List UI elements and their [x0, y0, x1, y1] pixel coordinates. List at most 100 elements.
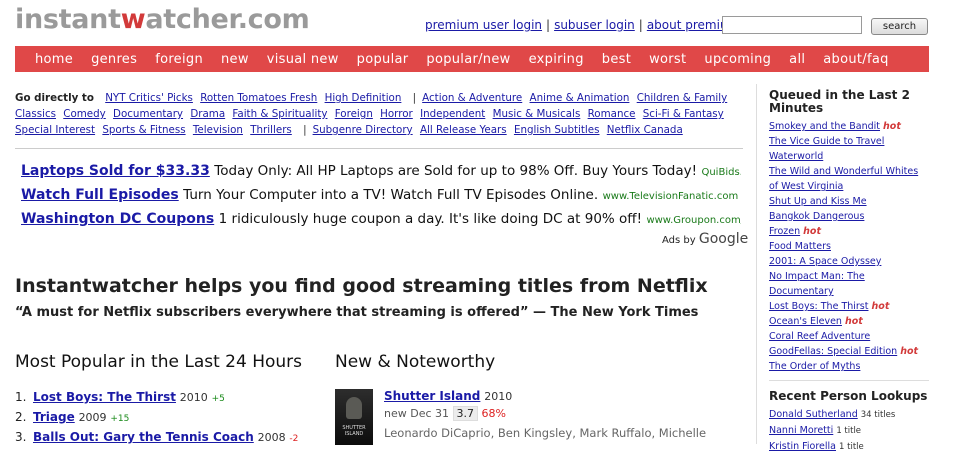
- noteworthy-meta: new Dec 31 3.7 68%: [384, 406, 506, 421]
- cast-member[interactable]: Leonardo DiCaprio: [384, 426, 491, 440]
- subuser-login-link[interactable]: subuser login: [554, 18, 635, 32]
- go-directly-label: Go directly to: [15, 92, 94, 104]
- genre-link-faith-spirituality[interactable]: Faith & Spirituality: [232, 108, 327, 120]
- cast-member[interactable]: Ben Kingsley: [498, 426, 572, 440]
- nav-genres[interactable]: genres: [82, 52, 146, 67]
- genre-link-sports-fitness[interactable]: Sports & Fitness: [102, 124, 185, 136]
- person-link[interactable]: Kristin Fiorella: [769, 441, 836, 452]
- genre-link-sci-fi-fantasy[interactable]: Sci-Fi & Fantasy: [643, 108, 724, 120]
- queued-title-link[interactable]: Smokey and the Bandit: [769, 121, 880, 132]
- title-link[interactable]: Lost Boys: The Thirst: [33, 390, 176, 404]
- queued-title-link[interactable]: Ocean's Eleven: [769, 316, 842, 327]
- queued-title-link[interactable]: Waterworld: [769, 151, 823, 162]
- genre-link-anime-animation[interactable]: Anime & Animation: [530, 92, 630, 104]
- nav-popular[interactable]: popular: [348, 52, 418, 67]
- ad-url[interactable]: QuiBids.com: [701, 167, 741, 178]
- queued-item: Frozen hot: [769, 224, 929, 239]
- genre-link-horror[interactable]: Horror: [380, 108, 413, 120]
- nav-worst[interactable]: worst: [640, 52, 695, 67]
- queued-item: Waterworld: [769, 149, 929, 164]
- genre-link-independent[interactable]: Independent: [420, 108, 485, 120]
- search-input[interactable]: [722, 16, 862, 34]
- genre-link-documentary[interactable]: Documentary: [113, 108, 183, 120]
- queued-title-link[interactable]: 2001: A Space Odyssey: [769, 256, 881, 267]
- person-item: Nanni Moretti 1 title: [769, 423, 929, 439]
- ad-title[interactable]: Watch Full Episodes: [21, 187, 179, 203]
- genre-link-special-interest[interactable]: Special Interest: [15, 124, 95, 136]
- genre-link-english-subtitles[interactable]: English Subtitles: [514, 124, 600, 136]
- queued-item: Ocean's Eleven hot: [769, 314, 929, 329]
- queued-title-link[interactable]: Frozen: [769, 226, 800, 237]
- title-link[interactable]: Triage: [33, 410, 75, 424]
- queued-title-link[interactable]: Coral Reef Adventure: [769, 331, 870, 342]
- ad-url[interactable]: www.TelevisionFanatic.com: [603, 191, 739, 202]
- ad-title[interactable]: Washington DC Coupons: [21, 211, 214, 227]
- genre-link-foreign[interactable]: Foreign: [335, 108, 373, 120]
- ad-title[interactable]: Laptops Sold for $33.33: [21, 163, 210, 179]
- queued-title-link[interactable]: No Impact Man: The Documentary: [769, 271, 865, 297]
- nav-new[interactable]: new: [212, 52, 258, 67]
- person-item: Kristin Fiorella 1 title: [769, 439, 929, 455]
- queued-title-link[interactable]: Food Matters: [769, 241, 831, 252]
- queued-title-link[interactable]: GoodFellas: Special Edition: [769, 346, 897, 357]
- genre-link-nyt-critics-picks[interactable]: NYT Critics' Picks: [105, 92, 193, 104]
- queued-title-link[interactable]: The Vice Guide to Travel: [769, 136, 884, 147]
- queued-item: Shut Up and Kiss Me: [769, 194, 929, 209]
- genre-link-subgenre-directory[interactable]: Subgenre Directory: [313, 124, 413, 136]
- title-link[interactable]: Shutter Island: [384, 389, 480, 403]
- rank-change: +5: [211, 394, 225, 404]
- list-item: 1. Lost Boys: The Thirst 2010 +5: [15, 388, 298, 408]
- queued-item: The Wild and Wonderful Whites of West Vi…: [769, 164, 929, 194]
- nav-expiring[interactable]: expiring: [520, 52, 593, 67]
- queued-title-link[interactable]: Shut Up and Kiss Me: [769, 196, 867, 207]
- cast-member[interactable]: Michelle: [659, 426, 706, 440]
- premium-login-link[interactable]: premium user login: [425, 18, 542, 32]
- nav-upcoming[interactable]: upcoming: [695, 52, 780, 67]
- genre-link-high-definition[interactable]: High Definition: [325, 92, 402, 104]
- nav-home[interactable]: home: [15, 52, 82, 67]
- queued-title-link[interactable]: Lost Boys: The Thirst: [769, 301, 869, 312]
- nav-best[interactable]: best: [593, 52, 640, 67]
- most-popular-list: 1. Lost Boys: The Thirst 2010 +5 2. Triage…: [15, 388, 298, 448]
- nav-foreign[interactable]: foreign: [146, 52, 212, 67]
- queued-item: The Vice Guide to Travel: [769, 134, 929, 149]
- press-quote: “A must for Netflix subscribers everywhe…: [15, 305, 699, 320]
- account-links: premium user login | subuser login | about p…: [425, 18, 740, 32]
- ads-by-google[interactable]: Ads by Google: [662, 231, 748, 247]
- search-button[interactable]: search: [871, 18, 928, 35]
- year: 2009: [78, 411, 107, 424]
- person-link[interactable]: Donald Sutherland: [769, 409, 858, 420]
- logo-part-w: w: [120, 4, 146, 35]
- movie-poster-thumbnail[interactable]: SHUTTER ISLAND: [335, 389, 373, 445]
- genre-link-classics[interactable]: Classics: [15, 108, 56, 120]
- genre-link-thrillers[interactable]: Thrillers: [250, 124, 292, 136]
- title-count: 1 title: [836, 426, 862, 436]
- site-logo[interactable]: instantwatcher.com: [15, 4, 310, 35]
- genre-link-children-family[interactable]: Children & Family: [637, 92, 728, 104]
- ads-by-label: Ads by: [662, 235, 696, 246]
- genre-link-all-release-years[interactable]: All Release Years: [420, 124, 507, 136]
- nav-popular-new[interactable]: popular/new: [417, 52, 519, 67]
- queued-title-link[interactable]: The Wild and Wonderful Whites of West Vi…: [769, 166, 918, 192]
- person-link[interactable]: Nanni Moretti: [769, 425, 833, 436]
- queued-title-link[interactable]: The Order of Myths: [769, 361, 860, 372]
- rank: 1.: [15, 390, 27, 404]
- genre-link-netflix-canada[interactable]: Netflix Canada: [607, 124, 683, 136]
- nav-about-faq[interactable]: about/faq: [814, 52, 897, 67]
- title-link[interactable]: Balls Out: Gary the Tennis Coach: [33, 430, 254, 444]
- hot-badge: hot: [871, 301, 890, 312]
- added-date: new Dec 31: [384, 407, 450, 420]
- hot-badge: hot: [803, 226, 822, 237]
- genre-link-television[interactable]: Television: [193, 124, 243, 136]
- genre-link-music-musicals[interactable]: Music & Musicals: [493, 108, 581, 120]
- cast-member[interactable]: Mark Ruffalo: [580, 426, 652, 440]
- ad-url[interactable]: www.Groupon.com/Washington: [646, 215, 741, 226]
- genre-link-comedy[interactable]: Comedy: [63, 108, 106, 120]
- queued-title-link[interactable]: Bangkok Dangerous: [769, 211, 864, 222]
- genre-link-rotten-tomatoes-fresh[interactable]: Rotten Tomatoes Fresh: [200, 92, 317, 104]
- genre-link-romance[interactable]: Romance: [588, 108, 636, 120]
- nav-all[interactable]: all: [780, 52, 814, 67]
- genre-link-action-adventure[interactable]: Action & Adventure: [422, 92, 522, 104]
- nav-visual-new[interactable]: visual new: [258, 52, 348, 67]
- genre-link-drama[interactable]: Drama: [190, 108, 225, 120]
